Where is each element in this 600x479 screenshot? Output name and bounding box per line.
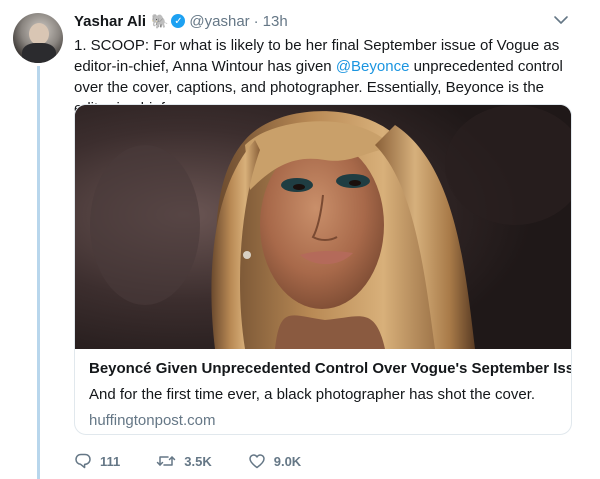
card-image[interactable]	[75, 105, 571, 349]
retweet-button[interactable]: 3.5K	[156, 452, 212, 470]
avatar-body	[22, 43, 56, 63]
reply-count: 111	[100, 453, 121, 469]
mention-link[interactable]: @Beyonce	[336, 58, 410, 75]
separator-dot: ·	[253, 12, 259, 30]
chevron-down-icon[interactable]	[552, 12, 570, 28]
retweet-icon	[157, 456, 176, 466]
verified-badge-icon: ✓	[171, 14, 186, 28]
card-domain: huffingtonpost.com	[89, 412, 216, 429]
avatar-face	[29, 23, 49, 45]
link-card[interactable]: Beyoncé Given Unprecedented Control Over…	[74, 104, 572, 435]
author-handle[interactable]: @yashar	[189, 13, 249, 30]
card-title[interactable]: Beyoncé Given Unprecedented Control Over…	[89, 359, 571, 379]
author-name[interactable]: Yashar Ali	[74, 13, 146, 30]
avatar[interactable]	[13, 13, 63, 63]
reply-button[interactable]: 111	[74, 452, 120, 470]
retweet-count: 3.5K	[184, 453, 212, 469]
card-description: And for the first time ever, a black pho…	[89, 386, 536, 403]
reply-icon	[75, 453, 91, 469]
like-button[interactable]: 9.0K	[248, 452, 301, 470]
tweet-header: Yashar Ali 🐘 ✓ @yashar · 13h	[74, 10, 288, 32]
tweet-actions: 111 3.5K 9.0K	[74, 452, 337, 470]
card-info: Beyoncé Given Unprecedented Control Over…	[75, 349, 571, 431]
thread-connector-line	[37, 66, 40, 479]
tweet-timestamp[interactable]: 13h	[263, 13, 288, 30]
elephant-emoji: 🐘	[150, 13, 169, 29]
like-icon	[248, 454, 265, 469]
card-photo-illustration	[75, 105, 571, 349]
like-count: 9.0K	[273, 453, 302, 469]
